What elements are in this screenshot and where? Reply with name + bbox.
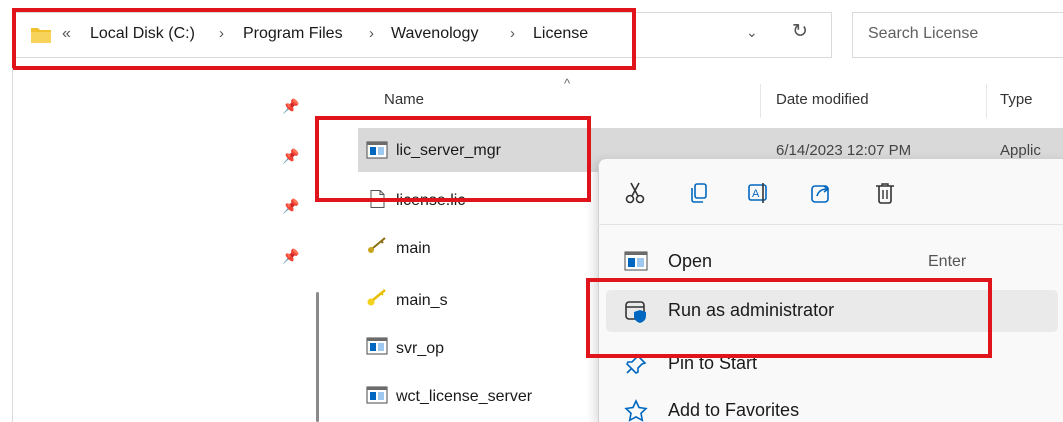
file-date-modified: 6/14/2023 12:07 PM — [776, 142, 912, 159]
pin-icon: 📌 — [282, 198, 300, 214]
breadcrumb-item-wavenology[interactable]: Wavenology — [391, 25, 478, 43]
breadcrumb-item-program-files[interactable]: Program Files — [243, 25, 343, 43]
copy-icon[interactable] — [686, 180, 712, 206]
chevron-down-icon[interactable]: ⌄ — [746, 24, 758, 41]
breadcrumb-separator[interactable]: › — [219, 25, 224, 42]
menu-item-label: Pin to Start — [668, 353, 758, 373]
open-icon — [624, 251, 648, 271]
address-bar-row: « Local Disk (C:) › Program Files › Wave… — [0, 0, 1063, 68]
svg-text:A: A — [752, 188, 760, 200]
breadcrumb-item-license[interactable]: License — [533, 25, 588, 43]
key-icon — [368, 237, 386, 253]
column-divider[interactable] — [986, 84, 987, 118]
refresh-icon[interactable]: ↻ — [792, 20, 808, 43]
file-name[interactable]: wct_license_server — [396, 388, 532, 406]
breadcrumb-separator[interactable]: › — [369, 25, 374, 42]
file-name[interactable]: license.lic — [396, 192, 465, 210]
column-header-type[interactable]: Type — [1000, 91, 1033, 108]
pin-icon: 📌 — [282, 98, 300, 114]
file-name[interactable]: main — [396, 240, 431, 258]
pin-icon: 📌 — [282, 248, 300, 264]
cut-icon[interactable] — [622, 180, 648, 206]
application-icon — [366, 337, 388, 355]
breadcrumb-overflow[interactable]: « — [62, 25, 71, 43]
menu-item-label: Open — [668, 251, 713, 271]
share-icon[interactable] — [808, 180, 834, 206]
pin-icon: 📌 — [282, 148, 300, 164]
breadcrumb-separator[interactable]: › — [510, 25, 515, 42]
rename-icon[interactable]: A — [746, 180, 772, 206]
document-icon — [370, 190, 385, 208]
pin-icon — [626, 353, 647, 374]
menu-item-label: Add to Favorites — [668, 400, 800, 420]
file-type: Applic — [1000, 142, 1041, 159]
navigation-pane — [12, 68, 330, 422]
column-header-date[interactable]: Date modified — [776, 91, 869, 108]
file-name[interactable]: lic_server_mgr — [396, 142, 501, 160]
delete-icon[interactable] — [872, 180, 898, 206]
file-name[interactable]: main_s — [396, 292, 448, 310]
sort-ascending-icon: ^ — [564, 76, 571, 91]
file-name[interactable]: svr_op — [396, 340, 444, 358]
star-icon — [624, 399, 648, 422]
application-icon — [366, 386, 388, 404]
menu-item-label: Run as administrator — [668, 300, 835, 320]
context-menu-divider — [598, 224, 1063, 225]
column-header-name[interactable]: Name — [384, 91, 424, 108]
column-divider[interactable] — [760, 84, 761, 118]
nav-scrollbar[interactable] — [316, 292, 319, 422]
shield-icon — [625, 301, 646, 323]
menu-item-shortcut: Enter — [928, 253, 967, 270]
breadcrumb-item-local-disk[interactable]: Local Disk (C:) — [90, 25, 195, 43]
application-icon — [366, 141, 388, 159]
folder-icon — [31, 28, 51, 43]
key-icon — [367, 289, 386, 306]
search-placeholder: Search License — [868, 25, 979, 42]
